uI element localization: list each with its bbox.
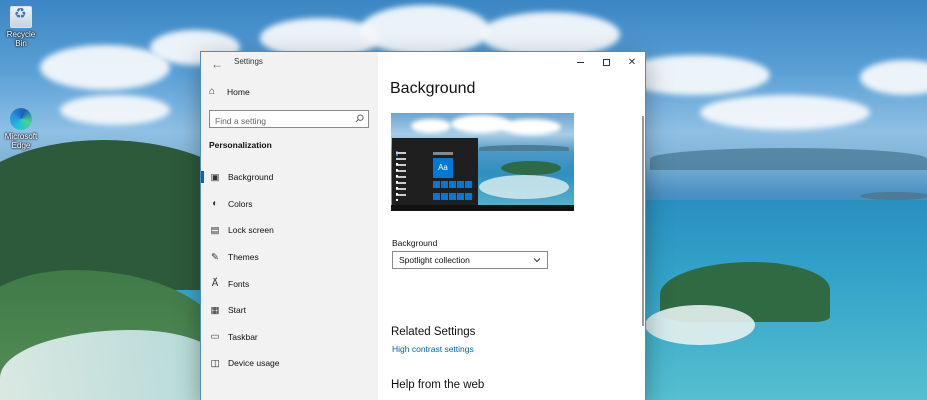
search-icon[interactable] xyxy=(355,114,364,123)
search-box[interactable] xyxy=(209,110,369,129)
nav-item-start[interactable]: ▦ Start xyxy=(201,297,378,324)
search-input[interactable] xyxy=(210,113,345,129)
nav-item-device-usage[interactable]: ◫ Device usage xyxy=(201,350,378,377)
nav-item-lock-screen[interactable]: ▤ Lock screen xyxy=(201,217,378,244)
nav-item-background[interactable]: ▣ Background xyxy=(201,164,378,191)
settings-nav-pane: ← Settings ⌂ Home Personalization ▣ Back… xyxy=(201,52,378,400)
settings-window: ← Settings ⌂ Home Personalization ▣ Back… xyxy=(201,52,645,400)
chevron-down-icon xyxy=(533,258,541,263)
device-usage-icon: ◫ xyxy=(210,357,220,369)
minimize-button[interactable] xyxy=(567,52,593,72)
image-icon: ▣ xyxy=(210,171,220,183)
maximize-icon xyxy=(602,58,610,66)
desktop-icon-label: Microsoft Edge xyxy=(4,132,38,150)
window-controls: ✕ xyxy=(567,52,645,72)
window-title: Settings xyxy=(234,57,263,66)
settings-content-pane: ✕ Background Aa Background Spotlight col… xyxy=(378,52,645,400)
help-from-web-heading: Help from the web xyxy=(391,379,485,391)
desktop-icon-label: Recycle Bin xyxy=(6,30,36,48)
nav-item-label: Start xyxy=(228,305,246,316)
nav-item-colors[interactable]: ◐ Colors xyxy=(201,191,378,218)
edge-icon xyxy=(10,108,32,130)
nav-item-label: Colors xyxy=(228,198,253,209)
nav-item-label: Background xyxy=(228,172,274,183)
nav-home-label: Home xyxy=(227,86,250,97)
nav-item-themes[interactable]: ✎ Themes xyxy=(201,244,378,271)
nav-item-label: Device usage xyxy=(228,358,280,369)
back-arrow-icon[interactable]: ← xyxy=(209,56,225,72)
preview-tile: Aa xyxy=(433,158,453,178)
nav-item-label: Themes xyxy=(228,252,259,263)
recycle-bin-icon xyxy=(10,6,32,28)
page-title: Background xyxy=(390,80,476,97)
nav-home[interactable]: ⌂ Home xyxy=(209,86,250,97)
nav-item-label: Taskbar xyxy=(228,331,258,342)
taskbar-icon: ▭ xyxy=(210,331,220,343)
preview-window-mock: Aa xyxy=(392,138,478,205)
content-scrollbar[interactable] xyxy=(642,116,644,326)
maximize-button[interactable] xyxy=(593,52,619,72)
start-icon: ▦ xyxy=(210,304,220,316)
font-icon: A⃗ xyxy=(211,278,219,290)
nav-item-taskbar[interactable]: ▭ Taskbar xyxy=(201,324,378,351)
nav-item-label: Lock screen xyxy=(228,225,274,236)
lock-screen-icon: ▤ xyxy=(210,224,220,236)
background-preview: Aa xyxy=(391,113,574,211)
brush-icon: ✎ xyxy=(211,251,219,263)
related-settings-heading: Related Settings xyxy=(391,326,476,338)
background-dropdown[interactable]: Spotlight collection xyxy=(392,251,548,269)
home-icon: ⌂ xyxy=(209,86,216,97)
nav-list: ▣ Background ◐ Colors ▤ Lock screen ✎ Th… xyxy=(201,164,378,377)
palette-icon: ◐ xyxy=(212,198,218,210)
background-field-label: Background xyxy=(392,238,438,248)
close-button[interactable]: ✕ xyxy=(619,52,645,72)
desktop-icon-recycle-bin[interactable]: Recycle Bin xyxy=(0,6,42,48)
minimize-icon xyxy=(576,61,584,63)
close-icon: ✕ xyxy=(627,56,637,68)
desktop-icon-edge[interactable]: Microsoft Edge xyxy=(0,108,42,150)
section-label: Personalization xyxy=(209,140,272,150)
nav-item-label: Fonts xyxy=(228,278,250,289)
background-dropdown-value: Spotlight collection xyxy=(399,255,470,265)
high-contrast-settings-link[interactable]: High contrast settings xyxy=(392,344,474,354)
nav-item-fonts[interactable]: A⃗ Fonts xyxy=(201,270,378,297)
